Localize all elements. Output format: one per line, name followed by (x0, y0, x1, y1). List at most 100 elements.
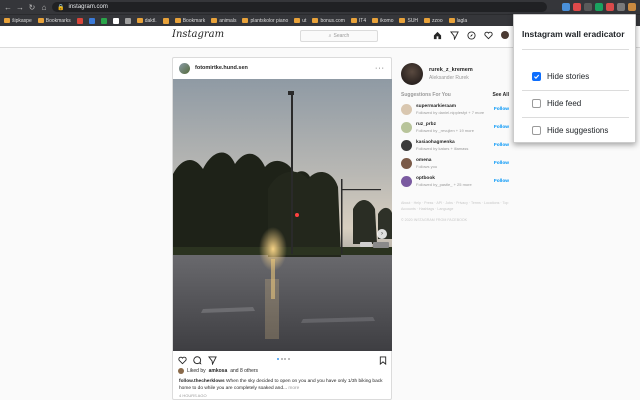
more-options-icon[interactable]: ··· (375, 65, 385, 72)
post-caption: follow.thecherklows When the sky decided… (179, 378, 384, 392)
liker-username[interactable]: amkosa (209, 368, 228, 374)
forward-icon[interactable]: → (16, 3, 24, 12)
folder-icon (211, 18, 218, 23)
bookmark[interactable]: Bookmark (174, 18, 205, 24)
bookmark[interactable]: ut (294, 18, 306, 24)
copyright: © 2020 INSTAGRAM FROM FACEBOOK (401, 218, 468, 222)
extension-icon[interactable] (595, 3, 603, 11)
folder-icon (350, 18, 357, 23)
follow-button[interactable]: Follow (494, 143, 509, 148)
extension-icon[interactable] (617, 3, 625, 11)
bookmark[interactable]: Bookmarks (37, 18, 71, 24)
favicon-icon (162, 17, 169, 24)
bookmark[interactable]: SUH (399, 18, 418, 24)
heart-icon[interactable] (483, 30, 493, 40)
bookmark[interactable] (112, 17, 119, 24)
extension-icon[interactable] (628, 3, 636, 11)
bookmark[interactable]: animals (211, 18, 236, 24)
hide-stories-checkbox[interactable] (532, 72, 541, 81)
hide-feed-label: Hide feed (547, 99, 582, 108)
hide-suggestions-label: Hide suggestions (547, 126, 609, 135)
caption-username[interactable]: follow.thecherklows (179, 379, 225, 384)
current-username[interactable]: rurek_z_kremem (429, 67, 473, 73)
suggestion-avatar[interactable] (401, 158, 412, 169)
footer-links[interactable]: About · Help · Press · API · Jobs · Priv… (401, 200, 509, 212)
hide-stories-option[interactable]: Hide stories (532, 72, 589, 81)
extension-icon[interactable] (573, 3, 581, 11)
follow-button[interactable]: Follow (494, 161, 509, 166)
bookmark[interactable]: šipkaspe (4, 18, 32, 24)
suggestion-avatar[interactable] (401, 104, 412, 115)
follow-button[interactable]: Follow (494, 125, 509, 130)
direct-icon[interactable] (449, 30, 459, 40)
instagram-logo[interactable]: Instagram (172, 29, 224, 40)
search-input[interactable]: ⌕ Search (300, 30, 378, 42)
save-bookmark-icon[interactable] (378, 355, 387, 365)
current-user-avatar[interactable] (401, 63, 423, 85)
bookmark[interactable]: lagla (448, 18, 467, 24)
bookmark[interactable]: ikomo (372, 18, 393, 24)
bookmark[interactable]: plantskolor piano (242, 18, 288, 24)
profile-avatar-icon[interactable] (500, 30, 510, 40)
carousel-dot (280, 358, 283, 360)
home-icon[interactable]: ⌂ (40, 3, 48, 12)
see-all-link[interactable]: See All (493, 92, 510, 98)
post-author-username[interactable]: fotomirtke.hund.sen (195, 65, 370, 71)
suggestion-item: kasiaohagmenka Followed by katars + illa… (401, 139, 509, 152)
bookmark[interactable] (162, 17, 169, 24)
bookmark[interactable] (76, 17, 83, 24)
home-icon[interactable] (432, 30, 442, 40)
bookmark[interactable]: daktl. (136, 18, 157, 24)
follow-button[interactable]: Follow (494, 179, 509, 184)
suggestion-item: omena Follows you Follow (401, 157, 509, 170)
bookmark[interactable] (124, 17, 131, 24)
hide-feed-option[interactable]: Hide feed (532, 99, 581, 108)
suggestion-avatar[interactable] (401, 140, 412, 151)
folder-icon (448, 18, 455, 23)
favicon-icon (76, 17, 83, 24)
hide-suggestions-checkbox[interactable] (532, 126, 541, 135)
comment-icon[interactable] (193, 355, 202, 365)
bookmark[interactable] (88, 17, 95, 24)
suggestions-title: Suggestions For You (401, 92, 451, 98)
reload-icon[interactable]: ↻ (28, 3, 36, 12)
suggestion-avatar[interactable] (401, 122, 412, 133)
bookmark[interactable] (100, 17, 107, 24)
follow-button[interactable]: Follow (494, 107, 509, 112)
extension-icon[interactable] (606, 3, 614, 11)
bookmark[interactable]: IT4 (350, 18, 366, 24)
right-sidebar: rurek_z_kremem Aleksander Rurek Suggesti… (401, 62, 509, 222)
caption-more-link[interactable]: more (288, 386, 299, 391)
suggestion-item: ruz_prbz Followed by _revujlen + 19 more… (401, 121, 509, 134)
extension-icon[interactable] (562, 3, 570, 11)
hide-suggestions-option[interactable]: Hide suggestions (532, 126, 608, 135)
suggestion-avatar[interactable] (401, 176, 412, 187)
like-icon[interactable] (178, 356, 187, 365)
post-photo[interactable]: › (173, 79, 392, 351)
bookmark[interactable]: zzoo (424, 18, 443, 24)
post-author-avatar[interactable] (179, 62, 190, 74)
suggestion-item: supermarkieraam Followed by daniel.nippl… (401, 103, 509, 116)
carousel-dot (287, 358, 290, 360)
folder-icon (174, 18, 181, 23)
search-icon: ⌕ (328, 33, 332, 39)
bookmark[interactable]: bonus.com (312, 18, 345, 24)
back-icon[interactable]: ← (4, 3, 12, 12)
extension-popup: Instagram wall eradicator Hide stories H… (513, 14, 636, 143)
favicon-icon (124, 17, 131, 24)
next-photo-icon[interactable]: › (377, 229, 387, 239)
explore-icon[interactable] (466, 30, 476, 40)
feed-post: fotomirtke.hund.sen ··· › Liked by amkos… (172, 57, 392, 400)
extensions-area (562, 3, 636, 11)
liked-by: Liked by amkosa and 8 others (178, 368, 258, 374)
folder-icon (37, 18, 44, 23)
post-header: fotomirtke.hund.sen ··· (173, 58, 391, 78)
share-icon[interactable] (208, 355, 217, 365)
hide-feed-checkbox[interactable] (532, 99, 541, 108)
url-text: instagram.com (68, 4, 108, 10)
header-nav (432, 30, 510, 40)
post-timestamp[interactable]: 4 hours ago (179, 393, 207, 398)
extension-icon[interactable] (584, 3, 592, 11)
address-bar[interactable]: 🔒 instagram.com (52, 2, 547, 12)
post-actions (173, 353, 392, 367)
